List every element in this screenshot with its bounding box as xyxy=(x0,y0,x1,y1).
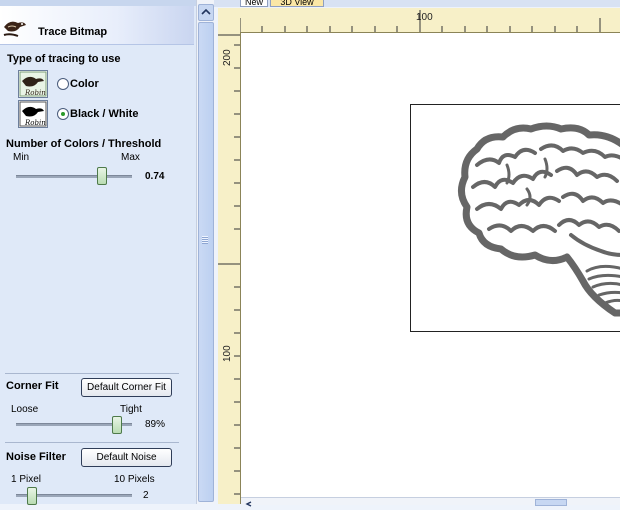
tab-3d-view[interactable]: 3D View xyxy=(270,0,324,7)
corner-fit-value: 89% xyxy=(145,419,166,430)
noise-min-label: 1 Pixel xyxy=(11,474,42,485)
threshold-min-label: Min xyxy=(13,152,30,163)
threshold-max-label: Max xyxy=(121,152,140,163)
threshold-slider-thumb[interactable] xyxy=(97,167,107,185)
threshold-slider-track[interactable] xyxy=(16,175,132,178)
noise-slider-thumb[interactable] xyxy=(27,487,37,505)
threshold-value: 0.74 xyxy=(145,171,165,182)
bw-radio-label[interactable]: Black / White xyxy=(70,108,138,120)
divider xyxy=(5,442,179,443)
bw-radio[interactable] xyxy=(57,108,69,120)
brain-image-icon xyxy=(458,122,620,317)
scroll-left-icon[interactable] xyxy=(244,498,254,507)
color-thumbnail-icon[interactable]: Robin xyxy=(18,70,48,98)
trace-bitmap-icon xyxy=(2,17,28,41)
corner-fit-max-label: Tight xyxy=(120,404,142,415)
svg-text:Robin: Robin xyxy=(24,119,46,127)
bitmap-image[interactable] xyxy=(410,104,620,332)
tracing-type-heading: Type of tracing to use xyxy=(7,53,121,65)
scrollbar-grip-icon xyxy=(202,236,208,244)
top-ruler-label: 100 xyxy=(416,12,433,23)
corner-fit-min-label: Loose xyxy=(11,404,39,415)
chevron-up-icon xyxy=(201,8,211,15)
corner-fit-slider-thumb[interactable] xyxy=(112,416,122,434)
noise-filter-heading: Noise Filter xyxy=(6,451,66,463)
svg-text:Robin: Robin xyxy=(24,89,46,97)
noise-max-label: 10 Pixels xyxy=(114,474,155,485)
tab-new[interactable]: New xyxy=(240,0,268,7)
scrollbar-thumb[interactable] xyxy=(198,22,214,502)
bw-thumbnail-icon[interactable]: Robin xyxy=(18,100,48,128)
left-ruler-label-100: 100 xyxy=(222,345,233,362)
left-ruler xyxy=(218,32,241,504)
ruler-corner xyxy=(218,8,240,32)
default-corner-fit-button[interactable]: Default Corner Fit xyxy=(81,378,172,397)
left-ruler-ticks xyxy=(218,34,240,495)
horizontal-scrollbar-thumb[interactable] xyxy=(535,499,567,506)
color-radio[interactable] xyxy=(57,78,69,90)
color-radio-label[interactable]: Color xyxy=(70,78,99,90)
divider xyxy=(5,373,179,374)
default-noise-button[interactable]: Default Noise xyxy=(81,448,172,467)
threshold-heading: Number of Colors / Threshold xyxy=(6,138,162,150)
radio-selected-dot xyxy=(61,112,65,116)
panel-title: Trace Bitmap xyxy=(38,26,108,38)
noise-value: 2 xyxy=(143,490,149,501)
corner-fit-heading: Corner Fit xyxy=(6,380,59,392)
scroll-up-button[interactable] xyxy=(198,4,214,21)
left-ruler-label-200: 200 xyxy=(222,49,233,66)
